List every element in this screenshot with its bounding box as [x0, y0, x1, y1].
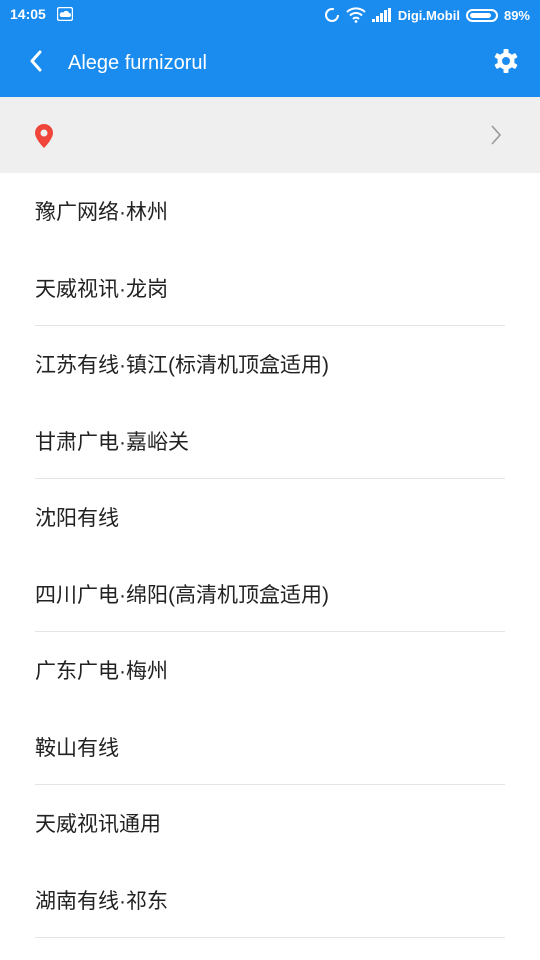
- provider-label: 江苏有线·镇江(标清机顶盒适用): [35, 354, 329, 378]
- status-indicators: Digi.Mobil 89%: [324, 6, 530, 24]
- chevron-right-icon: [490, 125, 502, 150]
- provider-item[interactable]: 天威视讯·龙岗: [0, 250, 540, 327]
- provider-label: 天威视讯·龙岗: [35, 277, 168, 301]
- settings-button[interactable]: [490, 47, 522, 79]
- provider-item[interactable]: 甘肃广电·嘉峪关: [0, 403, 540, 480]
- battery-icon: [465, 8, 498, 22]
- gear-icon: [493, 48, 519, 79]
- back-arrow-icon: [29, 50, 43, 77]
- signal-icon: [371, 8, 392, 22]
- status-time: 14:05: [10, 6, 46, 22]
- provider-label: 豫广网络·林州: [35, 201, 168, 225]
- status-bar: 14:05 Digi.Mobil 89%: [0, 0, 540, 30]
- provider-list: 豫广网络·林州 天威视讯·龙岗 江苏有线·镇江(标清机顶盒适用) 甘肃广电·嘉峪…: [0, 173, 540, 938]
- provider-label: 甘肃广电·嘉峪关: [35, 430, 189, 454]
- provider-item[interactable]: 四川广电·绵阳(高清机顶盒适用): [0, 556, 540, 633]
- cloud-icon: [56, 6, 74, 26]
- provider-item[interactable]: 广东广电·梅州: [0, 632, 540, 709]
- provider-label: 湖南有线·祁东: [35, 889, 168, 913]
- provider-label: 广东广电·梅州: [35, 660, 168, 684]
- provider-item[interactable]: 湖南有线·祁东: [0, 862, 540, 939]
- provider-item[interactable]: 豫广网络·林州: [0, 173, 540, 250]
- battery-percent: 89%: [503, 7, 530, 23]
- provider-item[interactable]: 天威视讯通用: [0, 785, 540, 862]
- page-title: Alege furnizorul: [68, 52, 207, 74]
- provider-label: 天威视讯通用: [35, 813, 161, 837]
- provider-label: 鞍山有线: [35, 736, 119, 760]
- location-selector[interactable]: [0, 97, 540, 173]
- provider-item[interactable]: 鞍山有线: [0, 709, 540, 786]
- wifi-icon: [346, 7, 366, 23]
- battery-level: [469, 12, 491, 18]
- provider-item[interactable]: 江苏有线·镇江(标清机顶盒适用): [0, 326, 540, 403]
- provider-item[interactable]: 沈阳有线: [0, 479, 540, 556]
- provider-label: 沈阳有线: [35, 507, 119, 531]
- app-bar: Alege furnizorul: [0, 30, 540, 97]
- location-pin-icon: [34, 123, 54, 154]
- sync-icon: [324, 7, 340, 23]
- provider-label: 四川广电·绵阳(高清机顶盒适用): [35, 583, 329, 607]
- back-button[interactable]: [22, 48, 50, 78]
- carrier-name: Digi.Mobil: [397, 7, 460, 23]
